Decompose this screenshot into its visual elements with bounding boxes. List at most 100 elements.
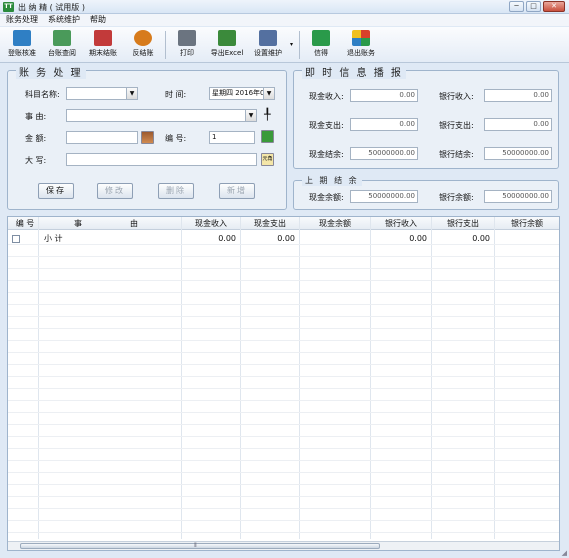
toolbar: 登账核准 台账查阅 期末结账 反结账 打印 导出Excel 设置维护 ▾ 信得 … [0,27,569,63]
toolbar-separator [165,31,166,59]
time-label: 时 间: [165,90,187,99]
grid-vline [370,217,371,539]
reverse-close-button[interactable]: 反结账 [123,29,163,61]
col-reason-1[interactable]: 事 [68,217,88,230]
grid-hline [8,508,559,509]
date-picker[interactable]: 星期四 2016年0 ▼ [209,87,275,100]
grid-hline [8,280,559,281]
view-ledger-button[interactable]: 台账查阅 [42,29,82,61]
subtotal-bank-expense: 0.00 [472,234,490,243]
exit-button[interactable]: 退出账务 [341,29,381,61]
col-cash-expense[interactable]: 现金支出 [241,217,299,230]
grid-hline [8,388,559,389]
pin-icon[interactable]: ╀ [264,108,271,121]
bank-balance-label: 银行结余: [439,150,474,159]
prev-bank-label: 银行余额: [439,193,474,202]
col-bank-expense[interactable]: 银行支出 [432,217,494,230]
bank-expense-label: 银行支出: [439,121,474,130]
cash-income-field: 0.00 [350,89,418,102]
approve-button[interactable]: 登账核准 [2,29,42,61]
col-number[interactable]: 编 号 [10,217,40,230]
generate-number-icon[interactable] [261,130,274,143]
grid-hline [8,484,559,485]
account-panel: 账 务 处 理 科目名称: ▼ 时 间: 星期四 2016年0 ▼ 事 由: ▼… [7,64,287,210]
account-panel-title: 账 务 处 理 [16,64,86,79]
col-reason-2[interactable]: 由 [124,217,144,230]
prev-balance-title: 上 期 结 余 [302,175,362,186]
convert-upper-icon[interactable]: 元角 [261,153,274,166]
grip-icon: ⦀ [194,542,197,549]
cash-expense-label: 现金支出: [309,121,344,130]
number-input[interactable]: 1 [209,131,255,144]
col-cash-balance[interactable]: 现金余额 [300,217,370,230]
number-label: 编 号: [165,134,187,143]
subject-select[interactable]: ▼ [66,87,138,100]
grid-hline [8,376,559,377]
grid-hline [8,472,559,473]
cash-income-label: 现金收入: [309,92,344,101]
subtotal-bank-income: 0.00 [409,234,427,243]
horizontal-scrollbar[interactable]: ⦀ [8,541,559,550]
grid-hline [8,352,559,353]
reason-select[interactable]: ▼ [66,109,257,122]
delete-button[interactable]: 删除 [158,183,194,199]
info-panel-title: 即 时 信 息 播 报 [302,64,406,79]
grid-hline [8,364,559,365]
save-button[interactable]: 保存 [38,183,74,199]
book-icon [312,30,330,46]
grid-hline [8,448,559,449]
col-bank-balance[interactable]: 银行余额 [495,217,559,230]
grid-hline [8,532,559,533]
upper-amount-input[interactable] [66,153,257,166]
chevron-down-icon: ▼ [263,88,274,99]
minimize-button[interactable]: ─ [509,1,524,12]
approve-icon [13,30,31,46]
prev-cash-field: 50000000.00 [350,190,418,203]
edit-button[interactable]: 修改 [97,183,133,199]
bank-expense-field: 0.00 [484,118,552,131]
chevron-down-icon: ▼ [126,88,137,99]
close-button[interactable]: ✕ [543,1,565,12]
app-icon: TT [3,2,14,12]
grid-vline [431,217,432,539]
export-excel-button[interactable]: 导出Excel [207,29,247,61]
grid-vline [494,217,495,539]
settings-button[interactable]: 设置维护 [248,29,288,61]
menu-system[interactable]: 系统维护 [48,14,80,26]
grid-hline [8,436,559,437]
window-title: 出 纳 精 ( 试用版 ) [18,3,85,12]
grid-hline [8,316,559,317]
chevron-down-icon[interactable]: ▾ [290,41,293,48]
period-close-icon [94,30,112,46]
title-bar: TT 出 纳 精 ( 试用版 ) ─ □ ✕ [0,0,569,14]
print-button[interactable]: 打印 [167,29,207,61]
add-button[interactable]: 新增 [219,183,255,199]
toolbar-separator [299,31,300,59]
maximize-button[interactable]: □ [526,1,541,12]
row-checkbox[interactable] [12,235,20,243]
prev-cash-label: 现金余额: [309,193,344,202]
amount-input[interactable] [66,131,138,144]
grid-hline [8,400,559,401]
col-bank-income[interactable]: 银行收入 [371,217,431,230]
grid-hline [8,256,559,257]
ledger-grid[interactable]: 编 号 事 由 现金收入 现金支出 现金余额 银行收入 银行支出 银行余额 小 … [7,216,560,551]
col-cash-income[interactable]: 现金收入 [182,217,240,230]
printer-icon [178,30,196,46]
reverse-close-icon [134,30,152,46]
prev-bank-field: 50000000.00 [484,190,552,203]
excel-export-icon [218,30,236,46]
scrollbar-thumb[interactable] [20,543,380,549]
book-button[interactable]: 信得 [301,29,341,61]
grid-hline [8,460,559,461]
bank-income-field: 0.00 [484,89,552,102]
subtotal-cash-income: 0.00 [218,234,236,243]
grid-vline [38,217,39,539]
period-close-button[interactable]: 期末结账 [83,29,123,61]
calculator-icon[interactable] [141,131,154,144]
menu-help[interactable]: 帮助 [90,14,106,26]
menu-accounting[interactable]: 账务处理 [6,14,38,26]
grid-hline [8,424,559,425]
bank-income-label: 银行收入: [439,92,474,101]
resize-grip-icon[interactable]: ◢ [562,549,567,557]
